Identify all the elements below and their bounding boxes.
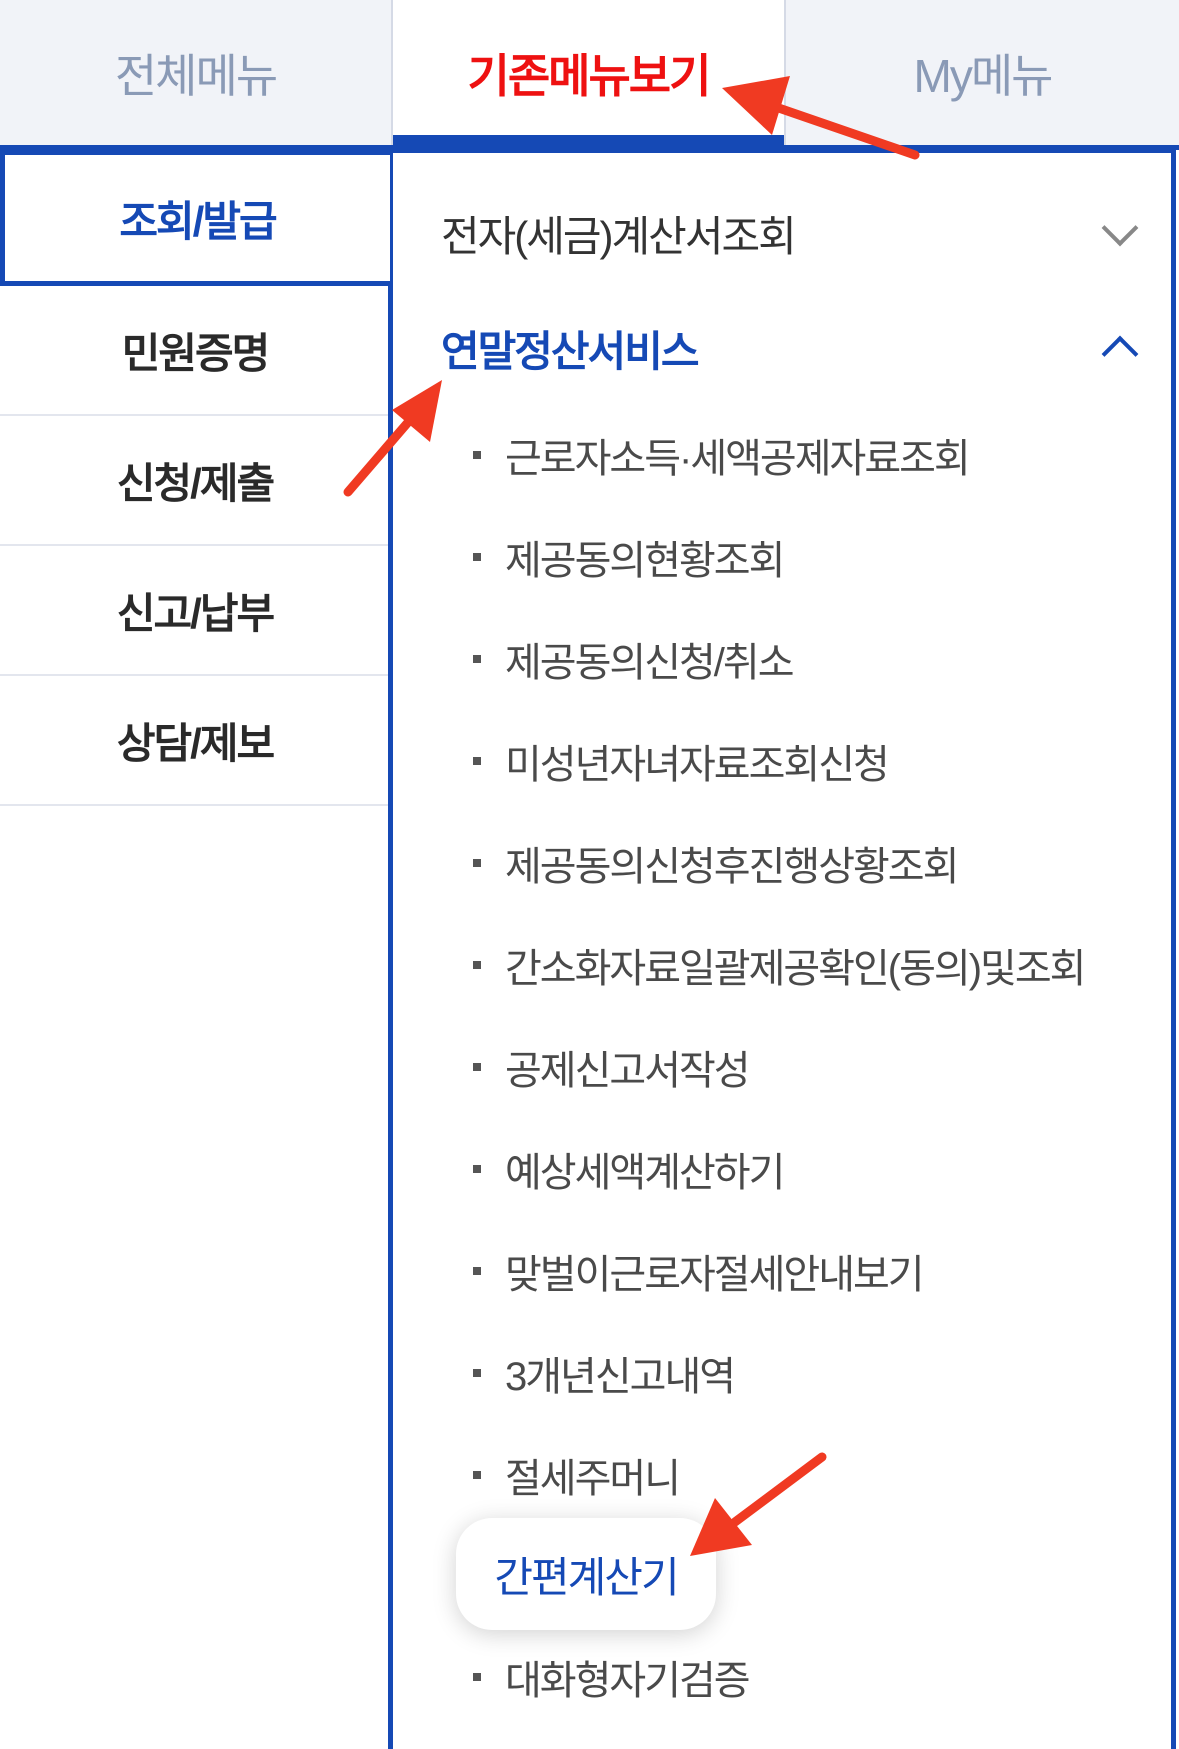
bullet-icon bbox=[473, 1063, 481, 1071]
category-report-payment[interactable]: 신고/납부 bbox=[0, 546, 390, 676]
list-item-label: 3개년신고내역 bbox=[505, 1355, 736, 1399]
category-list: 조회/발급 민원증명 신청/제출 신고/납부 상담/제보 bbox=[0, 150, 390, 1749]
list-item-label: 맞벌이근로자절세안내보기 bbox=[505, 1253, 925, 1297]
tab-all-menu[interactable]: 전체메뉴 bbox=[0, 0, 393, 145]
category-civil-certificate[interactable]: 민원증명 bbox=[0, 286, 390, 416]
bullet-icon bbox=[473, 961, 481, 969]
tab-my-menu[interactable]: My메뉴 bbox=[786, 0, 1179, 145]
section-yearend[interactable]: 연말정산서비스 bbox=[441, 318, 699, 379]
list-item-label: 근로자소득·세액공제자료조회 bbox=[505, 437, 971, 481]
bullet-icon bbox=[473, 451, 481, 459]
list-item[interactable]: 미성년자녀자료조회신청 bbox=[473, 731, 890, 791]
list-item-label: 간소화자료일괄제공확인(동의)및조회 bbox=[505, 947, 1086, 991]
category-inquiry-issue[interactable]: 조회/발급 bbox=[0, 150, 390, 286]
bullet-icon bbox=[473, 1165, 481, 1173]
list-item-label: 공제신고서작성 bbox=[505, 1049, 751, 1093]
tab-classic-menu[interactable]: 기존메뉴보기 bbox=[393, 0, 786, 145]
bullet-icon bbox=[473, 553, 481, 561]
submenu-panel: 전자(세금)계산서조회 연말정산서비스 근로자소득·세액공제자료조회 제공동의현… bbox=[388, 148, 1176, 1749]
list-item[interactable]: 3개년신고내역 bbox=[473, 1343, 736, 1403]
list-item[interactable]: 제공동의현황조회 bbox=[473, 527, 785, 587]
menu-tabs: 전체메뉴 기존메뉴보기 My메뉴 bbox=[0, 0, 1179, 145]
list-item-label: 제공동의신청/취소 bbox=[505, 641, 795, 685]
list-item[interactable]: 맞벌이근로자절세안내보기 bbox=[473, 1241, 925, 1301]
bullet-icon bbox=[473, 1369, 481, 1377]
list-item-label: 절세주머니 bbox=[505, 1457, 681, 1501]
list-item[interactable]: 간소화자료일괄제공확인(동의)및조회 bbox=[473, 935, 1086, 995]
bullet-icon bbox=[473, 757, 481, 765]
list-item-label: 대화형자기검증 bbox=[505, 1659, 751, 1703]
list-item-label: 미성년자녀자료조회신청 bbox=[505, 743, 890, 787]
list-item[interactable]: 예상세액계산하기 bbox=[473, 1139, 785, 1199]
bullet-icon bbox=[473, 1673, 481, 1681]
bullet-icon bbox=[473, 1267, 481, 1275]
bullet-icon bbox=[473, 655, 481, 663]
chevron-down-icon[interactable] bbox=[1101, 209, 1139, 247]
category-application[interactable]: 신청/제출 bbox=[0, 416, 390, 546]
bullet-icon bbox=[473, 859, 481, 867]
chevron-up-icon[interactable] bbox=[1101, 335, 1139, 373]
list-item[interactable]: 공제신고서작성 bbox=[473, 1037, 751, 1097]
list-item[interactable]: 근로자소득·세액공제자료조회 bbox=[473, 425, 971, 485]
list-item[interactable]: 절세주머니 bbox=[473, 1445, 681, 1505]
list-item-label: 제공동의현황조회 bbox=[505, 539, 785, 583]
category-consult-report[interactable]: 상담/제보 bbox=[0, 676, 390, 806]
bullet-icon bbox=[473, 1471, 481, 1479]
list-item-label: 예상세액계산하기 bbox=[505, 1151, 785, 1195]
simple-calculator-item[interactable]: 간편계산기 bbox=[456, 1518, 716, 1630]
list-item[interactable]: 제공동의신청후진행상황조회 bbox=[473, 833, 959, 893]
list-item[interactable]: 대화형자기검증 bbox=[473, 1647, 751, 1707]
list-item-label: 제공동의신청후진행상황조회 bbox=[505, 845, 959, 889]
section-einvoice[interactable]: 전자(세금)계산서조회 bbox=[441, 203, 797, 264]
list-item[interactable]: 제공동의신청/취소 bbox=[473, 629, 795, 689]
